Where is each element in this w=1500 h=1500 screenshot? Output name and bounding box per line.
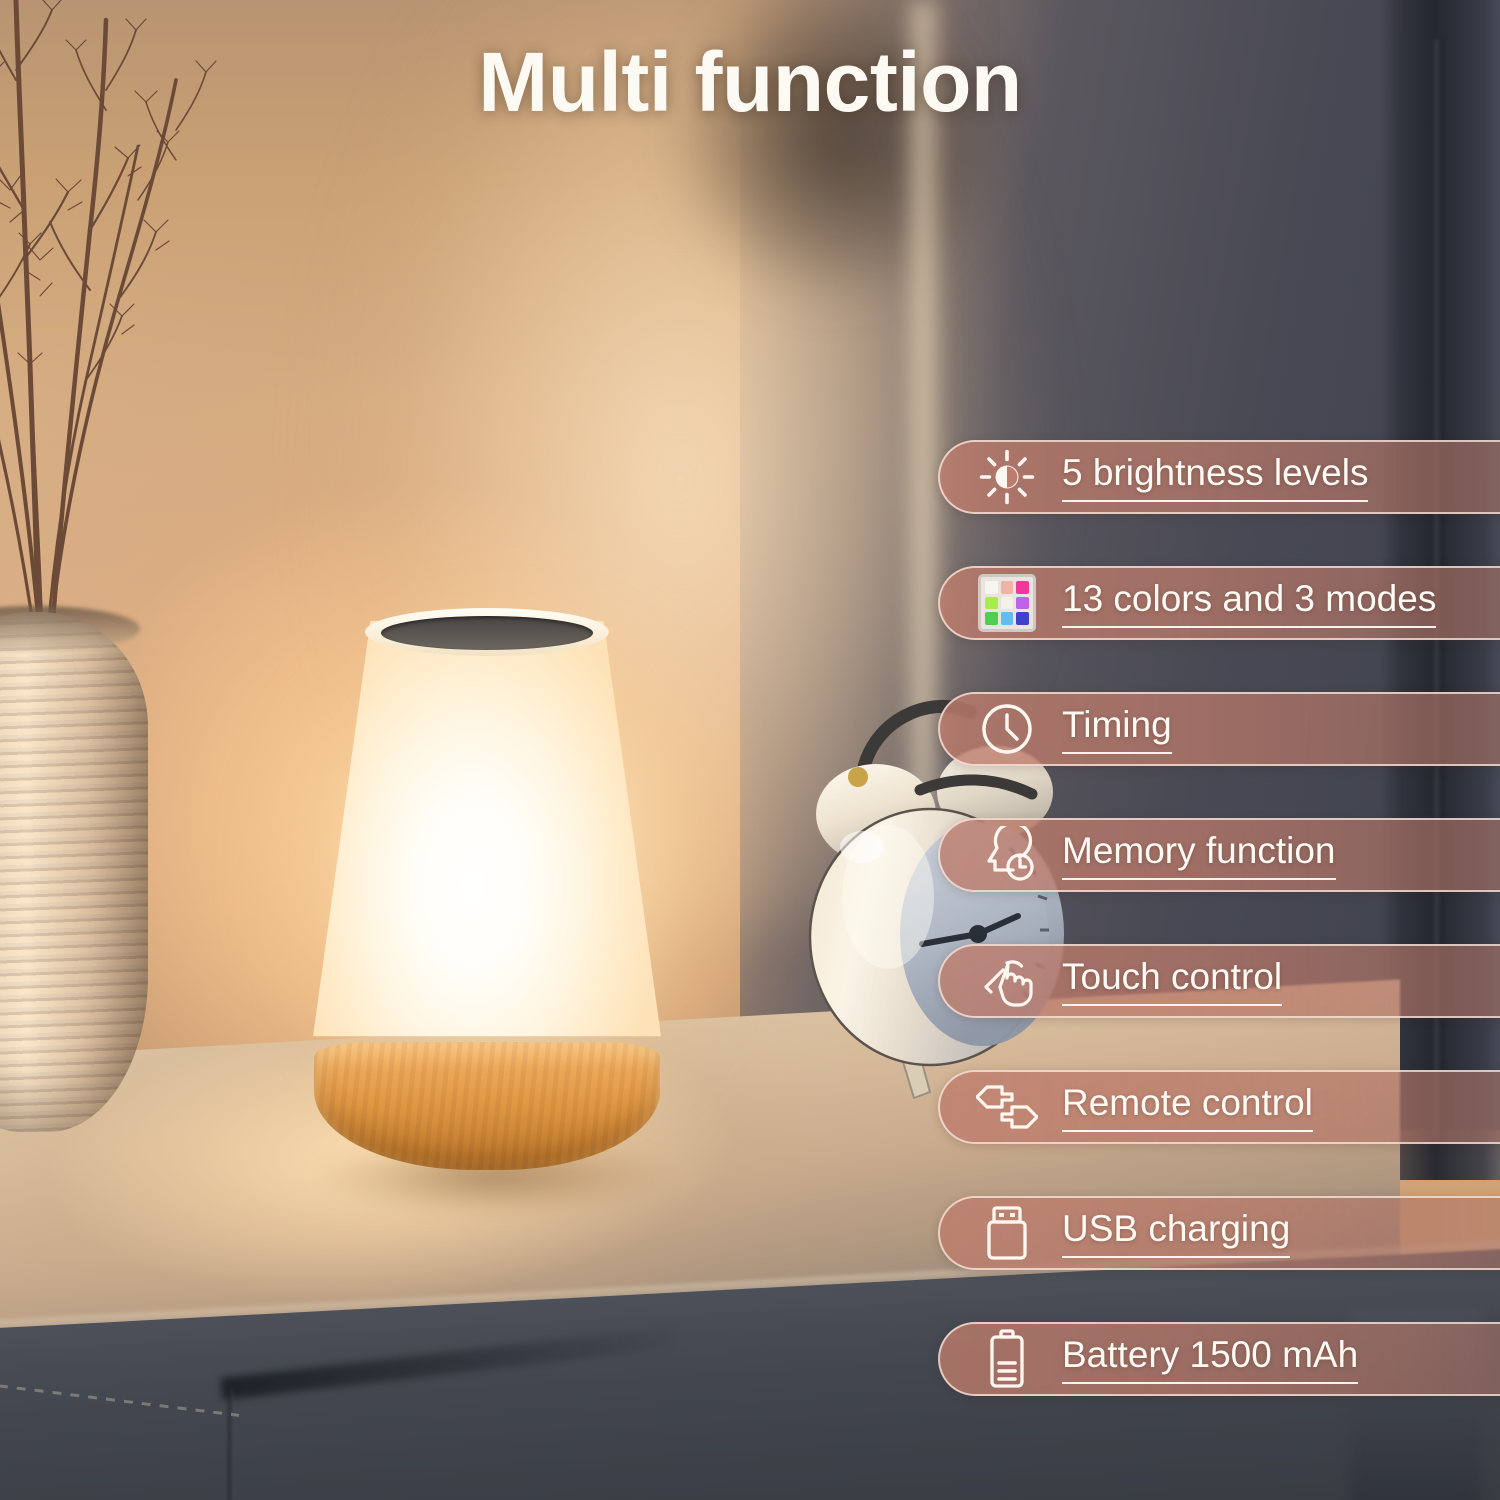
product-infographic: Multi function 5 brightness levels 13 co… (0, 0, 1500, 1500)
feature-label: Touch control (1062, 956, 1283, 1006)
lamp-base-wood-grain (314, 1042, 660, 1170)
memory-head-clock-icon (968, 826, 1046, 884)
vase-rib-texture (0, 612, 148, 1132)
bedside-table-lamp (313, 602, 661, 1170)
feature-label: USB charging (1062, 1208, 1291, 1258)
swatch-9 (1016, 612, 1029, 625)
feature-badge-usb[interactable]: USB charging (938, 1196, 1500, 1270)
clock-icon (968, 700, 1046, 758)
feature-badge-timing[interactable]: Timing (938, 692, 1500, 766)
lamp-touch-top-cap (381, 616, 593, 650)
feature-badge-colors[interactable]: 13 colors and 3 modes (938, 566, 1500, 640)
feature-label: Battery 1500 mAh (1062, 1334, 1359, 1384)
feature-label: 5 brightness levels (1062, 452, 1369, 502)
feature-list: 5 brightness levels 13 colors and 3 mode… (938, 440, 1500, 1448)
swatch-8 (1000, 612, 1014, 625)
swatch-2 (1000, 581, 1014, 594)
swatch-5 (1000, 596, 1014, 610)
feature-label: 13 colors and 3 modes (1062, 578, 1437, 628)
color-grid (978, 574, 1036, 632)
brightness-icon (968, 448, 1046, 506)
battery-icon (968, 1329, 1046, 1389)
lamp-shade (313, 620, 661, 1037)
feature-badge-battery[interactable]: Battery 1500 mAh (938, 1322, 1500, 1396)
swatch-6 (1016, 596, 1029, 610)
usb-connector-icon (968, 1204, 1046, 1262)
swatch-3 (1016, 581, 1029, 594)
feature-badge-memory[interactable]: Memory function (938, 818, 1500, 892)
page-title: Multi function (478, 35, 1022, 129)
feature-badge-brightness[interactable]: 5 brightness levels (938, 440, 1500, 514)
feature-label: Memory function (1062, 830, 1336, 880)
color-palette-icon (968, 574, 1046, 632)
swatch-1 (985, 581, 998, 594)
swatch-4 (985, 596, 998, 610)
feature-label: Remote control (1062, 1082, 1313, 1132)
feature-badge-touch[interactable]: Touch control (938, 944, 1500, 1018)
swatch-7 (985, 612, 998, 625)
touch-hand-icon (968, 952, 1046, 1010)
remote-arrows-icon (968, 1081, 1046, 1133)
feature-label: Timing (1062, 704, 1172, 754)
nightstand-drawer-seam (228, 1389, 234, 1500)
feature-badge-remote[interactable]: Remote control (938, 1070, 1500, 1144)
